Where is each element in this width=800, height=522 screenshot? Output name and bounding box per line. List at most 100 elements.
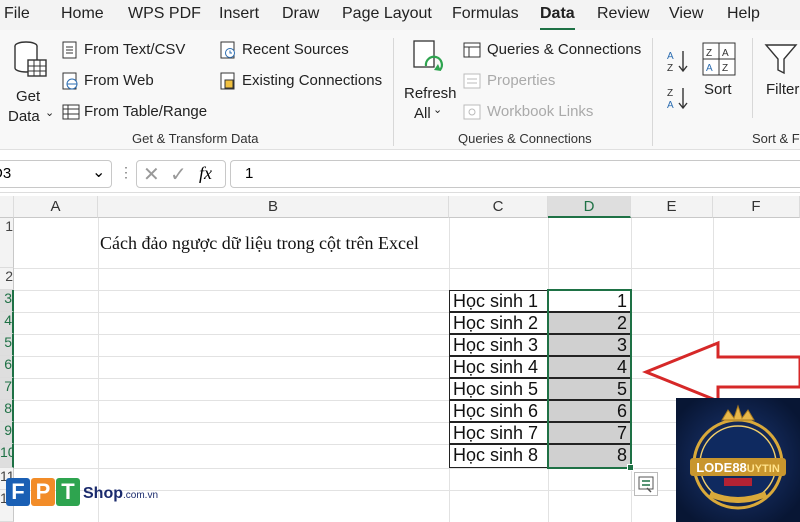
table-row-value[interactable]: 1 (548, 290, 631, 312)
formula-input[interactable]: 1 (230, 160, 800, 188)
sort-z-a-button[interactable]: ZA (666, 85, 690, 111)
menu-help[interactable]: Help (727, 5, 760, 23)
queries-connections-button[interactable]: Queries & Connections (463, 40, 643, 62)
recent-sources-label: Recent Sources (242, 41, 349, 58)
quick-analysis-button[interactable] (634, 472, 658, 496)
row-header-1[interactable]: 1 (0, 218, 14, 268)
more-options-icon: ⋮ (119, 164, 133, 180)
properties-icon (463, 73, 481, 89)
menu-insert[interactable]: Insert (219, 5, 259, 23)
existing-connections-label: Existing Connections (242, 72, 383, 89)
table-row-value[interactable]: 6 (548, 400, 631, 422)
menu-formulas[interactable]: Formulas (452, 5, 519, 23)
table-row-name[interactable]: Học sinh 7 (449, 422, 548, 444)
row-header-10[interactable]: 10 (0, 444, 14, 468)
row-header-7[interactable]: 7 (0, 378, 14, 400)
existing-connections-button[interactable]: Existing Connections (220, 71, 390, 93)
menu-wps-pdf[interactable]: WPS PDF (128, 5, 201, 23)
enter-icon[interactable]: ✓ (170, 162, 187, 187)
table-row-name[interactable]: Học sinh 4 (449, 356, 548, 378)
fx-icon[interactable]: fx (199, 163, 212, 184)
table-row-value[interactable]: 4 (548, 356, 631, 378)
text-file-icon (62, 41, 77, 59)
row-header-2[interactable]: 2 (0, 268, 14, 290)
table-row-name[interactable]: Học sinh 1 (449, 290, 548, 312)
column-header-b[interactable]: B (98, 196, 449, 218)
column-header-d[interactable]: D (548, 196, 631, 218)
database-icon (14, 41, 47, 77)
grid-line (631, 218, 632, 522)
grid-line (98, 218, 99, 522)
sort-button[interactable]: ZAAZ Sort (700, 40, 744, 115)
table-row-name[interactable]: Học sinh 6 (449, 400, 548, 422)
from-text-csv-button[interactable]: From Text/CSV (62, 40, 212, 62)
table-row-name[interactable]: Học sinh 3 (449, 334, 548, 356)
refresh-all-label: All (414, 105, 431, 122)
table-row-value[interactable]: 8 (548, 444, 631, 468)
recent-sources-button[interactable]: Recent Sources (220, 40, 380, 62)
fpt-letter-t: T (56, 478, 80, 506)
menu-draw[interactable]: Draw (282, 5, 319, 23)
table-icon (62, 104, 80, 120)
filter-button[interactable]: Filter (762, 40, 800, 115)
svg-text:A: A (667, 100, 674, 111)
row-header-3[interactable]: 3 (0, 290, 14, 312)
row-header-5[interactable]: 5 (0, 334, 14, 356)
ribbon-separator (752, 38, 753, 118)
svg-text:Z: Z (706, 48, 712, 59)
svg-text:A: A (722, 48, 729, 59)
from-table-range-button[interactable]: From Table/Range (62, 102, 212, 124)
filter-label: Filter (766, 81, 800, 98)
column-header-e[interactable]: E (631, 196, 713, 218)
column-header-f[interactable]: F (713, 196, 800, 218)
menu-page-layout[interactable]: Page Layout (342, 5, 432, 23)
fill-handle[interactable] (627, 464, 634, 471)
menu-review[interactable]: Review (597, 5, 649, 23)
from-web-button[interactable]: From Web (62, 71, 212, 93)
row-header-6[interactable]: 6 (0, 356, 14, 378)
table-row-value[interactable]: 7 (548, 422, 631, 444)
select-all-corner[interactable] (0, 196, 14, 218)
sort-descending-icon: ZA (667, 88, 688, 111)
svg-text:LODE88UYTIN: LODE88UYTIN (696, 460, 780, 475)
get-data-label-2: Data (8, 108, 40, 125)
menu-data[interactable]: Data (540, 5, 575, 23)
logo-brand: LODE88 (696, 460, 747, 475)
grid-line (14, 290, 800, 291)
row-header-8[interactable]: 8 (0, 400, 14, 422)
column-header-a[interactable]: A (14, 196, 98, 218)
workbook-links-button: Workbook Links (463, 102, 613, 124)
refresh-icon (413, 40, 443, 71)
table-row-name[interactable]: Học sinh 8 (449, 444, 548, 468)
properties-button: Properties (463, 71, 583, 93)
group-queries-label: Queries & Connections (458, 131, 592, 146)
queries-icon (463, 42, 481, 58)
fpt-letter-p: P (31, 478, 55, 506)
table-row-value[interactable]: 3 (548, 334, 631, 356)
column-header-c[interactable]: C (449, 196, 548, 218)
from-web-label: From Web (84, 72, 154, 89)
table-row-value[interactable]: 5 (548, 378, 631, 400)
refresh-all-button[interactable]: Refresh All ⌄ (402, 38, 457, 123)
brand-logo: LODE88UYTIN (676, 398, 800, 522)
sort-a-z-button[interactable]: AZ (666, 48, 690, 74)
svg-text:Z: Z (667, 88, 673, 99)
shop-domain: .com.vn (123, 490, 159, 501)
table-row-value[interactable]: 2 (548, 312, 631, 334)
row-header-4[interactable]: 4 (0, 312, 14, 334)
table-row-name[interactable]: Học sinh 2 (449, 312, 548, 334)
sheet-title-cell[interactable]: Cách đảo ngược dữ liệu trong cột trên Ex… (100, 233, 419, 254)
workbook-links-label: Workbook Links (487, 103, 594, 120)
menu-home[interactable]: Home (61, 5, 104, 23)
table-row-name[interactable]: Học sinh 5 (449, 378, 548, 400)
get-data-button[interactable]: Get Data ⌄ (6, 38, 54, 125)
row-header-9[interactable]: 9 (0, 422, 14, 444)
menu-view[interactable]: View (669, 5, 703, 23)
cancel-icon[interactable]: ✕ (143, 162, 160, 187)
menu-file[interactable]: File (4, 5, 30, 23)
chevron-down-icon: ⌄ (92, 164, 106, 181)
svg-text:Z: Z (722, 63, 728, 74)
grid-line (14, 334, 800, 335)
name-box[interactable]: D3 ⌄ (0, 160, 112, 188)
group-get-transform-label: Get & Transform Data (132, 131, 259, 146)
